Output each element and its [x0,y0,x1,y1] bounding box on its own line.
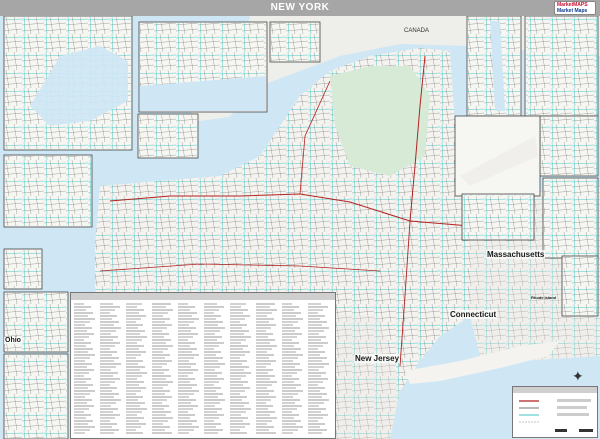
publisher-logo: MarketMAPS Market Maps [554,1,596,15]
label-new-jersey: New Jersey [354,354,401,363]
title-bar: NEW YORK MarketMAPS Market Maps [0,0,600,16]
city-index-columns [74,303,329,434]
city-index-title [71,293,335,300]
logo-line-2: Market Maps [557,8,588,14]
label-rhode-island: Rhode Island [531,295,557,300]
label-massachusetts: Massachusetts [486,250,546,259]
compass-rose-icon: ✦ [572,368,584,384]
label-ohio: Ohio [4,337,22,344]
map-page: NEW YORK MarketMAPS Market Maps CANADA M… [0,0,600,439]
label-connecticut: Connecticut [449,310,498,319]
legend-panel [512,386,598,438]
map-title: NEW YORK [270,2,330,13]
label-canada: CANADA [404,28,430,34]
city-index-panel [70,292,336,439]
legend-items [519,399,593,432]
